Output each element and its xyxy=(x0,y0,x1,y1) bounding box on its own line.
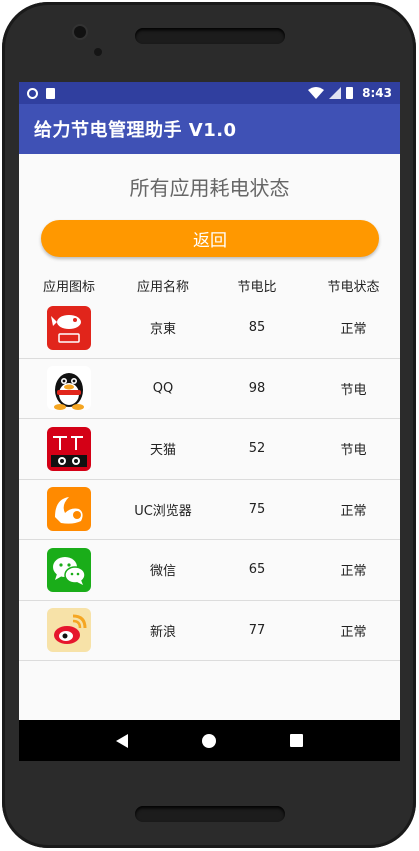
top-speaker xyxy=(135,28,285,44)
table-row[interactable]: 天猫 52 节电 xyxy=(19,419,400,480)
weibo-icon xyxy=(47,608,91,653)
app-name: 新浪 xyxy=(149,624,176,640)
table-row[interactable]: 微信 65 正常 xyxy=(19,540,400,601)
save-ratio: 98 xyxy=(248,380,266,396)
status-time: 8:43 xyxy=(362,86,392,100)
save-ratio: 65 xyxy=(248,562,266,578)
app-name: 天猫 xyxy=(149,443,176,459)
app-title: 给力节电管理助手 V1.0 xyxy=(34,120,237,141)
app-bar: 给力节电管理助手 V1.0 xyxy=(19,104,400,154)
notification-circle-icon xyxy=(27,87,38,99)
main-content: 所有应用耗电状态 返回 应用图标 应用名称 节电比 节电状态 京東 85 正常 … xyxy=(19,154,400,720)
app-name: UC浏览器 xyxy=(134,503,192,519)
uc-browser-icon xyxy=(47,487,91,532)
jd-icon xyxy=(47,305,91,350)
qq-icon xyxy=(47,366,91,411)
front-camera xyxy=(74,26,86,38)
app-name: 京東 xyxy=(149,322,176,338)
status-bar: 8:43 xyxy=(19,82,400,104)
save-ratio: 77 xyxy=(248,622,266,638)
proximity-sensor xyxy=(94,48,102,56)
wechat-icon xyxy=(47,547,91,592)
save-status: 正常 xyxy=(340,503,367,519)
app-name: 微信 xyxy=(149,564,176,580)
header-save-ratio: 节电比 xyxy=(237,280,277,295)
back-triangle-icon[interactable] xyxy=(116,733,128,748)
app-name: QQ xyxy=(152,380,174,396)
header-save-status: 节电状态 xyxy=(327,280,380,295)
header-app-name: 应用名称 xyxy=(136,280,189,295)
recent-apps-square-icon[interactable] xyxy=(290,734,303,747)
sd-card-icon xyxy=(46,87,55,99)
table-header: 应用图标 应用名称 节电比 节电状态 xyxy=(19,276,400,295)
table-row[interactable]: UC浏览器 75 正常 xyxy=(19,480,400,540)
save-ratio: 75 xyxy=(248,501,266,517)
header-app-icon: 应用图标 xyxy=(42,280,95,295)
bottom-speaker xyxy=(135,806,285,822)
save-status: 正常 xyxy=(340,624,367,640)
page-title: 所有应用耗电状态 xyxy=(129,176,290,200)
tmall-icon xyxy=(47,426,91,471)
screen: 8:43 给力节电管理助手 V1.0 所有应用耗电状态 返回 应用图标 应用名称… xyxy=(19,82,400,761)
table-row[interactable]: 新浪 77 正常 xyxy=(19,601,400,661)
home-circle-icon[interactable] xyxy=(202,733,216,748)
wifi-icon xyxy=(308,87,325,99)
signal-icon xyxy=(329,87,342,99)
save-status: 正常 xyxy=(340,564,367,580)
save-ratio: 52 xyxy=(248,441,266,457)
save-ratio: 85 xyxy=(248,320,266,336)
save-status: 正常 xyxy=(340,322,367,338)
table-row[interactable]: 京東 85 正常 xyxy=(19,298,400,359)
save-status: 节电 xyxy=(340,443,367,459)
navigation-bar xyxy=(19,720,400,761)
save-status: 节电 xyxy=(340,382,367,398)
battery-icon xyxy=(346,87,354,99)
back-button[interactable]: 返回 xyxy=(41,220,379,257)
app-list: 京東 85 正常 QQ 98 节电 天猫 52 节电 UC浏览器 75 正常 微… xyxy=(19,298,400,661)
table-row[interactable]: QQ 98 节电 xyxy=(19,359,400,419)
